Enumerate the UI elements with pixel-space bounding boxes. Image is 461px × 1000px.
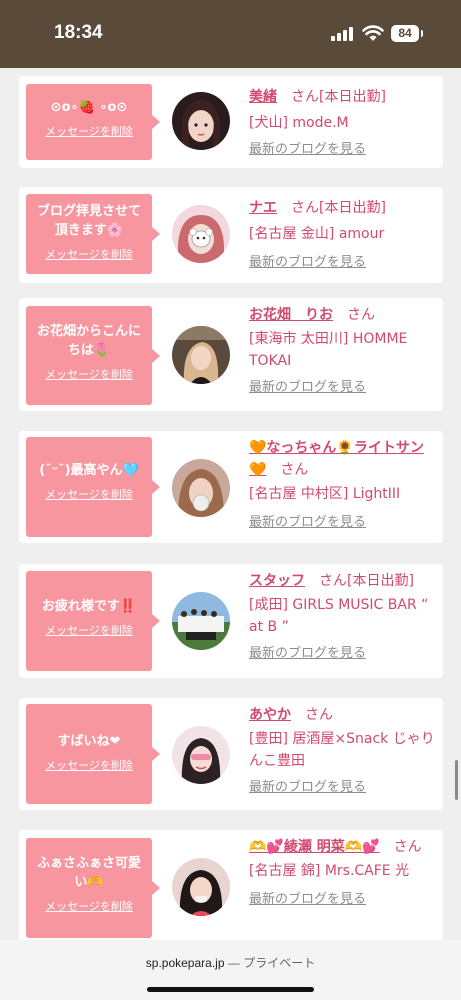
message-card: お花畑からこんにちは🌷 メッセージを削除 お花畑 りお さん [東海市 太田川]… [19,298,443,411]
cast-info: 🧡なっちゃん🌻ライトサン🧡 さん [名古屋 中村区] LightIII 最新のブ… [249,437,437,534]
shop-info: [東海市 太田川] HOMME TOKAI [249,331,408,369]
avatar[interactable] [172,326,230,384]
message-text: ⊙o∘🍓 ∘o⊙ [50,100,128,115]
san-label: さん [393,839,422,855]
cast-info: 🫶💕綾瀬 明菜🫶💕 さん [名古屋 錦] Mrs.CAFE 光 最新のブログを見… [249,836,437,911]
delete-message-link[interactable]: メッセージを削除 [26,757,152,773]
avatar[interactable] [172,726,230,784]
cast-name-link[interactable]: 🧡なっちゃん🌻ライトサン🧡 [249,440,424,478]
cast-info: 美緒 さん[本日出勤] [犬山] mode.M 最新のブログを見る [249,86,437,161]
status-time: 18:34 [54,22,103,43]
message-bubble: ⊙o∘🍓 ∘o⊙ メッセージを削除 [26,84,160,160]
message-text: ブログ拝見させて頂きます🌸 [36,204,141,238]
url-domain: sp.pokepara.jp [145,956,225,970]
shop-info: [成田] GIRLS MUSIC BAR “ at B ” [249,597,429,635]
message-card: お疲れ様です‼️ メッセージを削除 スタッフ さん[本日出勤] [成田] GIR… [19,564,443,678]
message-bubble: ふぁさふぁさ可愛い🫶 メッセージを削除 [26,838,160,938]
avatar[interactable] [172,459,230,517]
latest-blog-link[interactable]: 最新のブログを見る [249,889,366,911]
url-separator: — [227,956,240,970]
cast-name-link[interactable]: あやか [249,707,291,723]
shop-info: [豊田] 居酒屋×Snack じゃりんこ豊田 [249,731,435,769]
attendance-status: [本日出勤] [319,89,386,105]
cast-info: お花畑 りお さん [東海市 太田川] HOMME TOKAI 最新のブログを見… [249,304,437,399]
message-text: お疲れ様です‼️ [41,599,137,614]
message-card: ふぁさふぁさ可愛い🫶 メッセージを削除 🫶💕綾瀬 明菜🫶💕 さん [名古屋 錦]… [19,830,443,940]
message-card: ブログ拝見させて頂きます🌸 メッセージを削除 ナエ さん[本日出勤] [名古屋 … [19,187,443,283]
message-bubble: (˘ᵕ˘)最高やん🩵 メッセージを削除 [26,437,160,537]
cast-name-link[interactable]: ナエ [249,200,277,216]
message-text: (˘ᵕ˘)最高やん🩵 [39,463,139,478]
avatar[interactable] [172,205,230,263]
private-mode-label: プライベート [243,956,316,970]
scrollbar[interactable] [455,760,458,800]
message-bubble: お花畑からこんにちは🌷 メッセージを削除 [26,306,160,405]
message-text: すばいね❤ [57,734,121,749]
cast-name-link[interactable]: 美緒 [249,89,277,105]
message-bubble: すばいね❤ メッセージを削除 [26,704,160,804]
san-label: さん [319,573,347,589]
latest-blog-link[interactable]: 最新のブログを見る [249,643,366,665]
delete-message-link[interactable]: メッセージを削除 [26,898,152,914]
message-text: お花畑からこんにちは🌷 [36,324,141,358]
url-display[interactable]: sp.pokepara.jp — プライベート [0,954,461,971]
status-bar: 18:34 84 [0,0,461,68]
cast-name-link[interactable]: スタッフ [249,573,305,589]
wifi-icon [362,25,384,41]
san-label: さん [291,89,319,105]
avatar[interactable] [172,92,230,150]
shop-info: [名古屋 中村区] LightIII [249,486,401,502]
cast-name-link[interactable]: 🫶💕綾瀬 明菜🫶💕 [249,839,380,855]
san-label: さん [291,200,319,216]
delete-message-link[interactable]: メッセージを削除 [26,486,152,502]
cellular-signal-icon [331,27,355,41]
message-card: ⊙o∘🍓 ∘o⊙ メッセージを削除 美緒 さん[本日出勤] [犬山] mode.… [19,76,443,168]
battery-icon: 84 [391,25,423,42]
delete-message-link[interactable]: メッセージを削除 [26,622,152,638]
shop-info: [犬山] mode.M [249,115,349,131]
san-label: さん [280,462,309,478]
delete-message-link[interactable]: メッセージを削除 [26,246,152,262]
delete-message-link[interactable]: メッセージを削除 [26,366,152,382]
message-text: ふぁさふぁさ可愛い🫶 [36,856,141,890]
latest-blog-link[interactable]: 最新のブログを見る [249,377,366,399]
latest-blog-link[interactable]: 最新のブログを見る [249,512,366,534]
cast-info: スタッフ さん[本日出勤] [成田] GIRLS MUSIC BAR “ at … [249,570,437,665]
cast-info: ナエ さん[本日出勤] [名古屋 金山] amour 最新のブログを見る [249,197,437,274]
attendance-status: [本日出勤] [319,200,386,216]
attendance-status: [本日出勤] [347,573,414,589]
san-label: さん [347,307,375,323]
message-list: ⊙o∘🍓 ∘o⊙ メッセージを削除 美緒 さん[本日出勤] [犬山] mode.… [0,68,461,940]
message-card: (˘ᵕ˘)最高やん🩵 メッセージを削除 🧡なっちゃん🌻ライトサン🧡 さん [名古… [19,431,443,543]
browser-url-bar[interactable]: sp.pokepara.jp — プライベート [0,940,461,1000]
latest-blog-link[interactable]: 最新のブログを見る [249,252,366,274]
message-bubble: お疲れ様です‼️ メッセージを削除 [26,571,160,671]
san-label: さん [305,707,333,723]
home-indicator[interactable] [147,987,314,992]
shop-info: [名古屋 錦] Mrs.CAFE 光 [249,863,410,879]
cast-info: あやか さん [豊田] 居酒屋×Snack じゃりんこ豊田 最新のブログを見る [249,704,437,799]
latest-blog-link[interactable]: 最新のブログを見る [249,777,366,799]
delete-message-link[interactable]: メッセージを削除 [26,123,152,139]
message-bubble: ブログ拝見させて頂きます🌸 メッセージを削除 [26,194,160,274]
cast-name-link[interactable]: お花畑 りお [249,307,333,323]
latest-blog-link[interactable]: 最新のブログを見る [249,139,366,161]
battery-level: 84 [398,26,412,40]
avatar[interactable] [172,592,230,650]
avatar[interactable] [172,858,230,916]
shop-info: [名古屋 金山] amour [249,226,385,242]
message-card: すばいね❤ メッセージを削除 あやか さん [豊田] 居酒屋×Snack じゃり… [19,698,443,810]
